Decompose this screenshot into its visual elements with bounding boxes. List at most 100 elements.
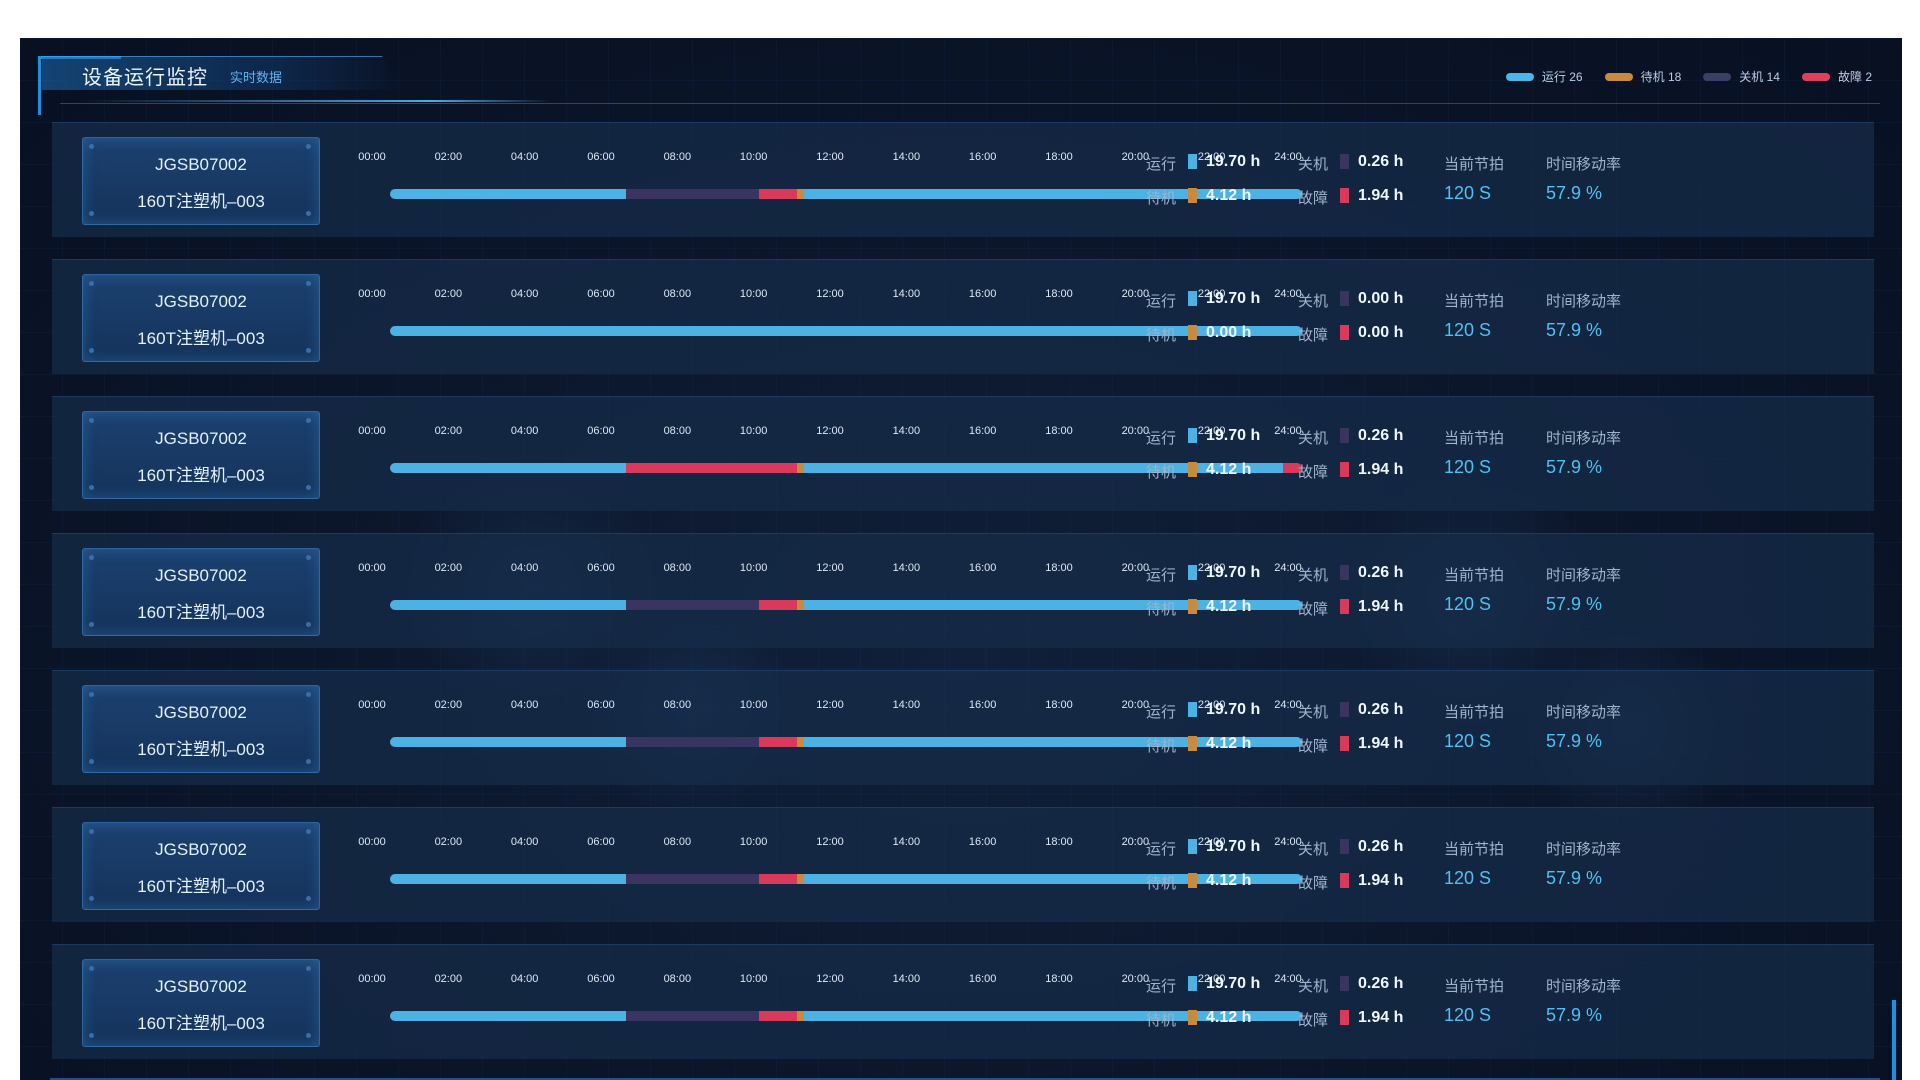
time-tick-label: 18:00 (1045, 699, 1073, 711)
time-tick-label: 00:00 (358, 699, 386, 711)
timeline-segment-standby (796, 1011, 805, 1021)
time-tick-label: 10:00 (739, 973, 768, 985)
time-tick-label: 10:00 (739, 288, 768, 300)
stat-swatch-fault (1340, 599, 1349, 614)
timeline-segment-fault (758, 600, 797, 610)
machine-card[interactable]: JGSB07002 160T注塑机–003 (82, 548, 320, 636)
stat-swatch-run (1188, 565, 1197, 580)
machine-row[interactable]: JGSB07002 160T注塑机–003 00:00 02:00 04:00 06:00… (52, 259, 1874, 374)
time-tick-label: 02:00 (434, 151, 463, 163)
stat-value-standby: 4.12 h (1206, 598, 1252, 615)
status-legend: 运行 26 待机 18 关机 14 故障 2 (1505, 68, 1872, 85)
rate-label: 时间移动率 (1546, 293, 1622, 310)
stat-value-fault: 1.94 h (1358, 1009, 1404, 1026)
time-tick-label: 20:00 (1121, 425, 1150, 437)
stat-swatch-off (1340, 428, 1349, 443)
stat-value-fault: 1.94 h (1358, 187, 1404, 204)
time-tick-label: 00:00 (358, 973, 386, 985)
machine-card[interactable]: JGSB07002 160T注塑机–003 (82, 822, 320, 910)
machine-row[interactable]: JGSB07002 160T注塑机–003 00:00 02:00 04:00 06:00… (52, 807, 1874, 922)
machine-code: JGSB07002 (155, 703, 247, 722)
time-tick-label: 20:00 (1121, 836, 1150, 848)
timeline-segment-fault (625, 463, 797, 473)
machine-name: 160T注塑机–003 (137, 740, 265, 759)
timeline-segment-run (390, 189, 626, 199)
time-tick-label: 02:00 (434, 699, 463, 711)
machine-row[interactable]: JGSB07002 160T注塑机–003 00:00 02:00 04:00 06:00… (52, 396, 1874, 511)
card-corner-dot (306, 829, 311, 834)
machine-row[interactable]: JGSB07002 160T注塑机–003 00:00 02:00 04:00 06:00… (52, 122, 1874, 237)
stat-value-run: 19.70 h (1206, 153, 1261, 170)
machine-row[interactable]: JGSB07002 160T注塑机–003 00:00 02:00 04:00 06:00… (52, 533, 1874, 648)
timeline-segment-off (625, 737, 759, 747)
timeline-segment-fault (758, 1011, 797, 1021)
card-corner-dot (306, 418, 311, 423)
legend-swatch (1505, 72, 1534, 81)
time-tick-label: 06:00 (587, 836, 615, 848)
card-corner-dot (306, 144, 311, 149)
time-tick-label: 18:00 (1045, 151, 1073, 163)
timeline-segment-standby (796, 737, 805, 747)
time-tick-label: 20:00 (1121, 699, 1150, 711)
machine-code: JGSB07002 (155, 840, 247, 859)
machine-row[interactable]: JGSB07002 160T注塑机–003 00:00 02:00 04:00 06:00… (52, 944, 1874, 1059)
machine-card[interactable]: JGSB07002 160T注塑机–003 (82, 685, 320, 773)
time-tick-label: 04:00 (510, 836, 539, 848)
machine-name: 160T注塑机–003 (137, 466, 265, 485)
stat-value-off: 0.26 h (1358, 564, 1404, 581)
beat-value: 120 S (1444, 1005, 1492, 1025)
machine-code: JGSB07002 (155, 429, 247, 448)
time-tick-label: 20:00 (1121, 562, 1150, 574)
time-tick-label: 20:00 (1121, 973, 1150, 985)
time-tick-label: 12:00 (816, 288, 844, 300)
time-tick-label: 10:00 (739, 562, 768, 574)
legend-item[interactable]: 故障 2 (1801, 68, 1872, 85)
beat-label: 当前节拍 (1444, 430, 1505, 447)
time-tick-label: 12:00 (816, 836, 844, 848)
legend-label: 待机 18 (1640, 70, 1682, 84)
stat-swatch-run (1188, 428, 1197, 443)
stat-label-off: 关机 (1298, 978, 1329, 995)
stat-value-off: 0.00 h (1358, 290, 1404, 307)
stat-swatch-standby (1188, 188, 1197, 203)
stat-value-fault: 1.94 h (1358, 872, 1404, 889)
time-tick-label: 04:00 (510, 973, 539, 985)
machine-card[interactable]: JGSB07002 160T注塑机–003 (82, 137, 320, 225)
stat-value-run: 19.70 h (1206, 290, 1261, 307)
stat-swatch-fault (1340, 188, 1349, 203)
stat-label-off: 关机 (1298, 430, 1329, 447)
stat-label-run: 运行 (1146, 978, 1177, 995)
timeline-segment-fault (758, 874, 797, 884)
time-tick-label: 14:00 (892, 562, 921, 574)
stat-value-standby: 4.12 h (1206, 187, 1252, 204)
timeline-segment-run (390, 600, 626, 610)
machine-row[interactable]: JGSB07002 160T注塑机–003 00:00 02:00 04:00 06:00… (52, 670, 1874, 785)
time-tick-label: 00:00 (358, 562, 386, 574)
machine-card[interactable]: JGSB07002 160T注塑机–003 (82, 274, 320, 362)
rate-value: 57.9 % (1546, 320, 1603, 340)
corner-accent (1892, 1000, 1896, 1080)
beat-value: 120 S (1444, 594, 1492, 614)
stat-swatch-fault (1340, 736, 1349, 751)
machine-name: 160T注塑机–003 (137, 329, 265, 348)
legend-item[interactable]: 关机 14 (1703, 68, 1780, 85)
stat-value-off: 0.26 h (1358, 838, 1404, 855)
stat-value-standby: 4.12 h (1206, 735, 1252, 752)
legend-item[interactable]: 待机 18 (1604, 68, 1682, 85)
stat-label-standby: 待机 (1146, 464, 1177, 481)
beat-label: 当前节拍 (1444, 841, 1505, 858)
stat-value-standby: 0.00 h (1206, 324, 1252, 341)
card-corner-dot (306, 281, 311, 286)
time-tick-label: 12:00 (816, 562, 844, 574)
machine-card[interactable]: JGSB07002 160T注塑机–003 (82, 411, 320, 499)
stat-swatch-run (1188, 154, 1197, 169)
beat-label: 当前节拍 (1444, 567, 1505, 584)
stat-label-fault: 故障 (1298, 738, 1329, 755)
machine-card[interactable]: JGSB07002 160T注塑机–003 (82, 959, 320, 1047)
machine-code: JGSB07002 (155, 292, 247, 311)
legend-item[interactable]: 运行 26 (1505, 68, 1583, 85)
stat-swatch-fault (1340, 325, 1349, 340)
stat-value-off: 0.26 h (1358, 427, 1404, 444)
dashboard-panel: 设备运行监控 实时数据 运行 26 待机 18 关机 14 故障 2 JGSB0700… (20, 38, 1902, 1080)
card-corner-dot (89, 555, 94, 560)
